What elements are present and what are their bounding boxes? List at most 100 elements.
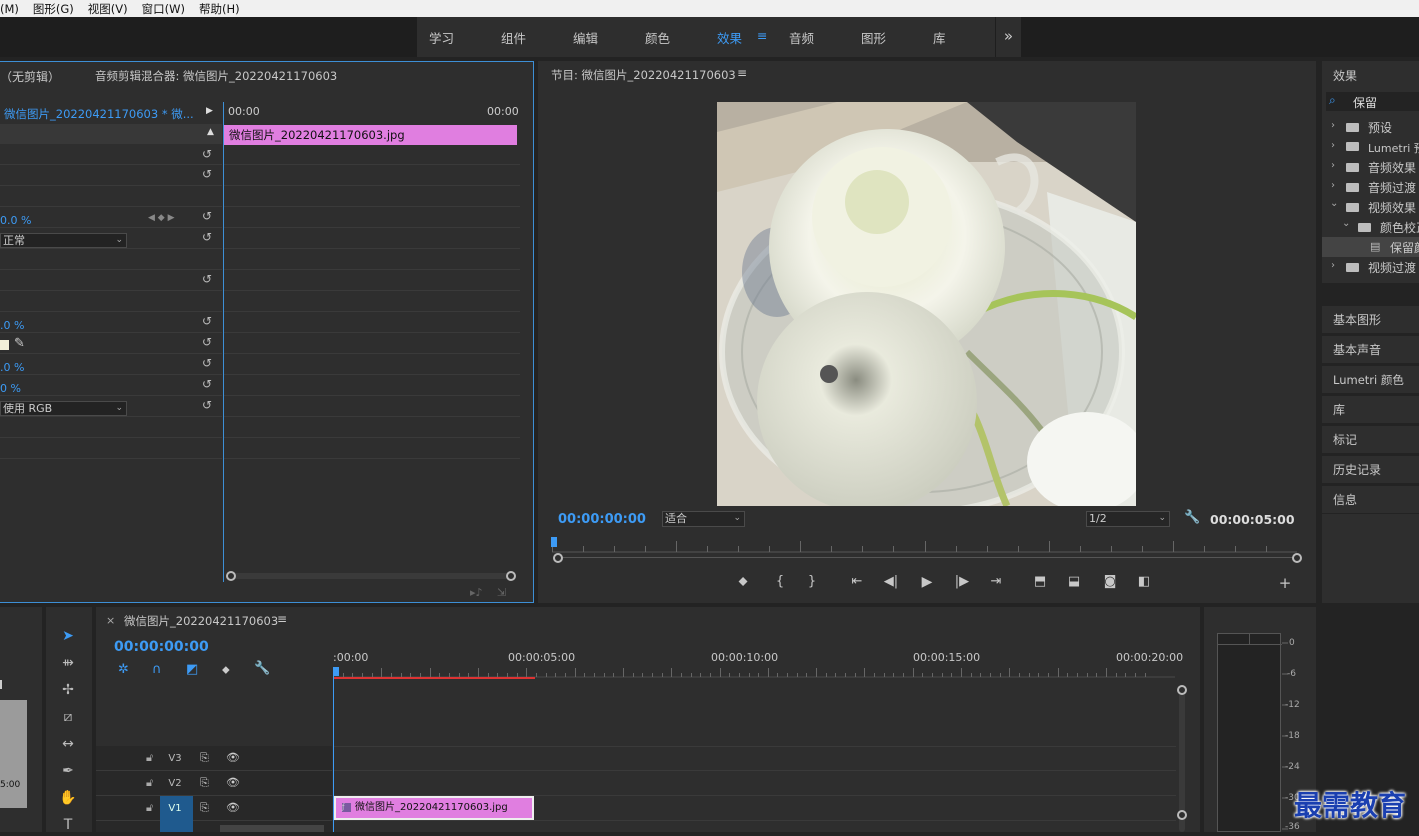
- tab-no-clip[interactable]: （无剪辑）: [0, 68, 60, 85]
- blend-mode-select[interactable]: 正常 ⌄: [0, 233, 127, 248]
- export-icon[interactable]: ⇲: [497, 586, 506, 599]
- go-to-in-icon[interactable]: ⇤: [847, 574, 867, 589]
- hamburger-icon[interactable]: ≡: [757, 28, 767, 43]
- track-select-tool-icon[interactable]: ⇻: [56, 652, 80, 674]
- history-link[interactable]: 历史记录: [1322, 456, 1419, 484]
- color-mode-select[interactable]: 使用 RGB ⌄: [0, 401, 127, 416]
- eyedropper-icon[interactable]: ✎: [14, 336, 25, 351]
- eye-icon[interactable]: 👁︎: [226, 776, 240, 789]
- tree-item-leave-color[interactable]: ▤ 保留颜色: [1322, 237, 1419, 257]
- nest-icon[interactable]: ✲: [118, 662, 129, 677]
- mini-clip[interactable]: 微信图片_20220421170603.jpg: [224, 125, 517, 145]
- resolution-select[interactable]: 1/2 ⌄: [1086, 511, 1170, 527]
- selection-tool-icon[interactable]: ➤: [56, 625, 80, 647]
- collapse-icon[interactable]: ▲: [207, 127, 214, 137]
- lumetri-color-link[interactable]: Lumetri 颜色: [1322, 366, 1419, 394]
- reset-icon[interactable]: ↺: [202, 399, 215, 412]
- tab-learn[interactable]: 学习: [417, 28, 489, 47]
- zoom-handle-right[interactable]: [1292, 553, 1302, 563]
- reset-icon[interactable]: ↺: [202, 168, 215, 181]
- timeline-timecode[interactable]: 00:00:00:00: [114, 639, 209, 655]
- libraries-link[interactable]: 库: [1322, 396, 1419, 424]
- value-a[interactable]: .0 %: [0, 319, 24, 332]
- tree-item-video-effects[interactable]: ⌄ 视频效果: [1322, 197, 1419, 217]
- eye-icon[interactable]: 👁︎: [226, 751, 240, 764]
- settings-wrench-icon[interactable]: 🔧: [254, 661, 270, 676]
- tree-item-video-transitions[interactable]: › 视频过渡: [1322, 257, 1419, 277]
- reset-icon[interactable]: ↺: [202, 315, 215, 328]
- add-button-icon[interactable]: +: [1275, 574, 1295, 592]
- timeline-title[interactable]: 微信图片_20220421170603: [124, 613, 278, 629]
- menu-item-1[interactable]: (M): [0, 2, 19, 16]
- step-forward-icon[interactable]: |▶: [952, 574, 972, 589]
- track-header-scroll[interactable]: [220, 825, 324, 832]
- reset-icon[interactable]: ↺: [202, 148, 215, 161]
- fit-select[interactable]: 适合 ⌄: [662, 511, 745, 527]
- tab-color[interactable]: 颜色: [633, 28, 705, 47]
- tree-item-color-correction[interactable]: ⌄ 颜色校正: [1322, 217, 1419, 237]
- timeline-clip-v1[interactable]: ƒ 微信图片_20220421170603.jpg: [334, 796, 534, 820]
- reset-icon[interactable]: ↺: [202, 336, 215, 349]
- opacity-value[interactable]: 0.0 %: [0, 214, 31, 227]
- linked-selection-icon[interactable]: ◩: [186, 662, 198, 677]
- panel-menu-icon[interactable]: ≡: [737, 66, 747, 80]
- pen-tool-icon[interactable]: ✒: [56, 760, 80, 782]
- tab-effects[interactable]: 效果 ≡: [705, 28, 777, 47]
- tab-editing[interactable]: 编辑: [561, 28, 633, 47]
- add-marker-icon[interactable]: ⬥: [733, 574, 753, 589]
- markers-link[interactable]: 标记: [1322, 426, 1419, 454]
- effects-search[interactable]: ⌕ 保留: [1326, 92, 1419, 111]
- extract-icon[interactable]: ⬓: [1064, 574, 1084, 589]
- menu-item-window[interactable]: 窗口(W): [142, 1, 185, 17]
- track-label-v2[interactable]: V2: [164, 776, 186, 792]
- reset-icon[interactable]: ↺: [202, 273, 215, 286]
- color-swatch[interactable]: [0, 340, 9, 350]
- comparison-view-icon[interactable]: ◧: [1134, 574, 1154, 589]
- eye-icon[interactable]: 👁︎: [226, 801, 240, 814]
- menu-item-help[interactable]: 帮助(H): [199, 1, 240, 17]
- step-back-icon[interactable]: ◀|: [881, 574, 901, 589]
- video-frame[interactable]: [717, 102, 1136, 506]
- essential-sound-link[interactable]: 基本声音: [1322, 336, 1419, 364]
- reset-icon[interactable]: ↺: [202, 210, 215, 223]
- track-label-v3[interactable]: V3: [164, 751, 186, 767]
- ripple-edit-tool-icon[interactable]: ✢: [56, 679, 80, 701]
- export-frame-icon[interactable]: ◙: [1100, 574, 1120, 589]
- reset-icon[interactable]: ↺: [202, 231, 215, 244]
- menu-item-view[interactable]: 视图(V): [88, 1, 128, 17]
- bin-thumbnail[interactable]: [0, 700, 27, 808]
- vscroll-handle-top[interactable]: [1177, 685, 1187, 695]
- lock-icon[interactable]: 🔓︎: [146, 751, 153, 765]
- mark-in-icon[interactable]: {: [770, 574, 790, 589]
- go-to-out-icon[interactable]: ⇥: [986, 574, 1006, 589]
- tree-item-audio-effects[interactable]: › 音频效果: [1322, 157, 1419, 177]
- effects-search-input[interactable]: 保留: [1353, 94, 1377, 111]
- current-timecode[interactable]: 00:00:00:00: [558, 512, 646, 527]
- zoom-handle-left[interactable]: [553, 553, 563, 563]
- sync-lock-icon[interactable]: ⎘: [200, 801, 209, 815]
- hand-tool-icon[interactable]: ✋: [56, 787, 80, 809]
- tree-item-audio-transitions[interactable]: › 音频过渡: [1322, 177, 1419, 197]
- tree-item-lumetri-presets[interactable]: › Lumetri 预设: [1322, 137, 1419, 157]
- mini-scrollbar[interactable]: [228, 573, 514, 579]
- zoom-bar[interactable]: [554, 557, 1296, 558]
- snap-icon[interactable]: ∩: [152, 662, 162, 677]
- close-timeline-icon[interactable]: ×: [106, 614, 115, 627]
- mark-out-icon[interactable]: }: [802, 574, 822, 589]
- play-icon[interactable]: ▶: [917, 574, 937, 590]
- panel-menu-icon[interactable]: ≡: [277, 612, 287, 626]
- lift-icon[interactable]: ⬒: [1030, 574, 1050, 589]
- scroll-handle-left[interactable]: [226, 571, 236, 581]
- essential-graphics-link[interactable]: 基本图形: [1322, 306, 1419, 334]
- sync-lock-icon[interactable]: ⎘: [200, 776, 209, 790]
- play-only-icon[interactable]: ▶: [206, 106, 213, 116]
- tab-libraries[interactable]: 库: [921, 28, 993, 47]
- lock-icon[interactable]: 🔓︎: [146, 801, 153, 815]
- track-label-v1[interactable]: V1: [164, 801, 186, 817]
- info-link[interactable]: 信息: [1322, 486, 1419, 514]
- value-b[interactable]: .0 %: [0, 361, 24, 374]
- value-c[interactable]: 0 %: [0, 382, 21, 395]
- reset-icon[interactable]: ↺: [202, 378, 215, 391]
- menu-item-graphics[interactable]: 图形(G): [33, 1, 74, 17]
- tab-audio-clip-mixer[interactable]: 音频剪辑混合器: 微信图片_20220421170603: [95, 68, 337, 84]
